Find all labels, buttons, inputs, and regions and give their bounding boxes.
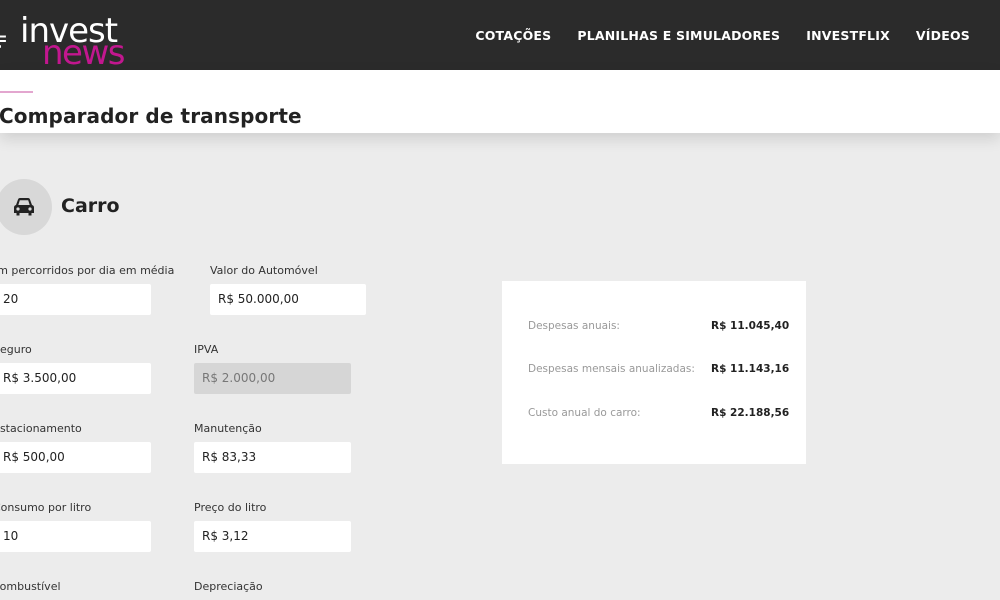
label-seguro: Seguro xyxy=(0,343,32,356)
label-ipva: IPVA xyxy=(194,343,219,356)
estacionamento-input[interactable]: R$ 500,00 xyxy=(0,442,151,473)
top-header: ⩦ invest news COTAÇÕES PLANILHAS E SIMUL… xyxy=(0,0,1000,70)
section-title-carro: Carro xyxy=(61,195,120,217)
logo-text-news: news xyxy=(42,33,126,73)
title-bar: Comparador de transporte xyxy=(0,70,1000,133)
results-card: Despesas anuais: R$ 11.045,40 Despesas m… xyxy=(502,281,806,464)
title-accent-line xyxy=(0,91,33,93)
car-icon-badge xyxy=(0,179,52,235)
label-consumo: Consumo por litro xyxy=(0,501,92,514)
label-depreciacao: Depreciação xyxy=(194,580,263,593)
nav-investflix[interactable]: INVESTFLIX xyxy=(806,28,890,43)
page-title: Comparador de transporte xyxy=(0,104,302,128)
ipva-input: R$ 2.000,00 xyxy=(194,363,351,394)
nav-planilhas-simuladores[interactable]: PLANILHAS E SIMULADORES xyxy=(577,28,780,43)
seguro-input[interactable]: R$ 3.500,00 xyxy=(0,363,151,394)
label-preco-litro: Preço do litro xyxy=(194,501,267,514)
car-icon xyxy=(14,198,34,216)
label-km-dia: Km percorridos por dia em média xyxy=(0,264,175,277)
result-value-despesas-anuais: R$ 11.045,40 xyxy=(711,320,790,332)
result-label-despesas-anuais: Despesas anuais: xyxy=(528,320,620,332)
km-dia-input[interactable]: 20 xyxy=(0,284,151,315)
label-combustivel: Combustível xyxy=(0,580,61,593)
result-label-despesas-mensais: Despesas mensais anualizadas: xyxy=(528,363,695,375)
menu-icon[interactable]: ⩦ xyxy=(0,22,7,53)
result-label-custo-anual: Custo anual do carro: xyxy=(528,407,641,419)
result-value-custo-anual: R$ 22.188,56 xyxy=(711,407,790,419)
label-valor-automovel: Valor do Automóvel xyxy=(210,264,318,277)
label-manutencao: Manutenção xyxy=(194,422,262,435)
manutencao-input[interactable]: R$ 83,33 xyxy=(194,442,351,473)
investnews-logo[interactable]: ⩦ invest news xyxy=(0,14,142,70)
result-value-despesas-mensais: R$ 11.143,16 xyxy=(711,363,790,375)
label-estacionamento: Estacionamento xyxy=(0,422,82,435)
nav-cotacoes[interactable]: COTAÇÕES xyxy=(475,28,551,43)
consumo-input[interactable]: 10 xyxy=(0,521,151,552)
nav-videos[interactable]: VÍDEOS xyxy=(916,28,970,43)
main-nav: COTAÇÕES PLANILHAS E SIMULADORES INVESTF… xyxy=(475,0,970,70)
preco-litro-input[interactable]: R$ 3,12 xyxy=(194,521,351,552)
valor-automovel-input[interactable]: R$ 50.000,00 xyxy=(210,284,366,315)
